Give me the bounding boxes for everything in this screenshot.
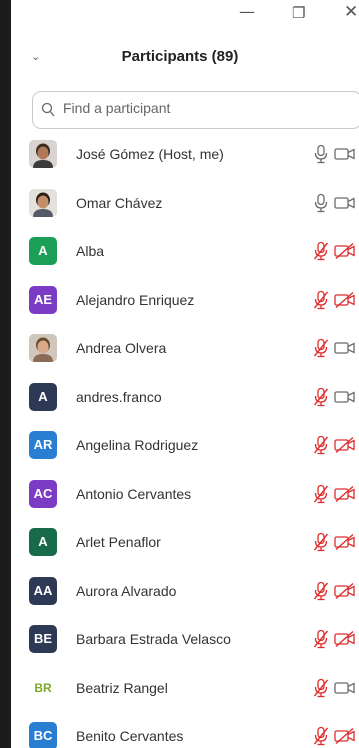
participant-name: Benito Cervantes	[76, 728, 184, 744]
video-camera-icon[interactable]	[334, 194, 358, 212]
participant-row[interactable]: Omar Chávez	[11, 181, 359, 230]
participant-name: Antonio Cervantes	[76, 485, 192, 502]
panel-title: Participants (89)	[121, 48, 239, 65]
participant-name: Beatriz Rangel	[76, 679, 168, 696]
microphone-muted-icon[interactable]	[313, 387, 329, 407]
avatar	[29, 188, 57, 217]
avatar: AE	[29, 285, 57, 314]
avatar: BR	[34, 680, 52, 695]
avatar: AA	[29, 576, 57, 605]
microphone-muted-icon[interactable]	[313, 629, 329, 649]
video-off-icon[interactable]	[334, 291, 358, 309]
minimize-button[interactable]: —	[239, 2, 255, 21]
participant-name: Angelina Rodriguez	[76, 437, 199, 453]
video-camera-icon[interactable]	[334, 145, 358, 163]
participant-row[interactable]: José Gómez (Host, me)	[11, 132, 359, 181]
participant-name: Andrea Olvera	[76, 340, 167, 356]
video-off-icon[interactable]	[334, 485, 358, 503]
participant-row[interactable]: AA Aurora Alvarado	[11, 569, 359, 618]
video-camera-icon[interactable]	[334, 388, 358, 406]
participant-list: José Gómez (Host, me) Omar Chávez A Alba AE A…	[11, 132, 359, 748]
avatar: AC	[29, 479, 57, 508]
video-off-icon[interactable]	[334, 630, 358, 648]
close-button[interactable]: ✕	[344, 2, 358, 22]
microphone-muted-icon[interactable]	[313, 726, 329, 746]
video-off-icon[interactable]	[334, 242, 358, 260]
avatar: BC	[29, 722, 57, 748]
participant-row[interactable]: BC Benito Cervantes	[11, 714, 359, 748]
microphone-muted-icon[interactable]	[313, 435, 329, 455]
video-camera-icon[interactable]	[334, 679, 358, 697]
search-input[interactable]	[63, 100, 343, 116]
avatar: AR	[29, 431, 57, 459]
video-off-icon[interactable]	[334, 436, 358, 454]
microphone-muted-icon[interactable]	[313, 581, 329, 601]
participant-name: Arlet Penaflor	[76, 534, 161, 550]
video-off-icon[interactable]	[334, 727, 358, 745]
participant-row[interactable]: Andrea Olvera	[11, 326, 359, 375]
participant-row[interactable]: AR Angelina Rodriguez	[11, 423, 359, 472]
video-off-icon[interactable]	[334, 582, 358, 600]
participant-name: Barbara Estrada Velasco	[76, 631, 231, 647]
participant-name: Aurora Alvarado	[76, 582, 177, 599]
participant-row[interactable]: A Arlet Penaflor	[11, 520, 359, 569]
avatar: A	[29, 528, 57, 556]
participant-name: Alejandro Enriquez	[76, 291, 195, 308]
microphone-muted-icon[interactable]	[313, 532, 329, 552]
maximize-button[interactable]: ❐	[292, 4, 305, 22]
avatar	[29, 140, 57, 168]
participant-row[interactable]: AC Antonio Cervantes	[11, 472, 359, 521]
microphone-muted-icon[interactable]	[313, 290, 329, 310]
video-camera-icon[interactable]	[334, 339, 358, 357]
participant-row[interactable]: A Alba	[11, 229, 359, 278]
avatar: A	[29, 382, 57, 411]
search-icon	[41, 102, 55, 117]
participant-name: José Gómez (Host, me)	[76, 146, 224, 162]
microphone-muted-icon[interactable]	[313, 484, 329, 504]
participants-window: — ❐ ✕ ⌄ Participants (89) José Gómez (Ho…	[11, 0, 359, 748]
participant-name: Alba	[76, 243, 105, 259]
microphone-icon[interactable]	[313, 193, 329, 213]
microphone-icon[interactable]	[313, 144, 329, 164]
microphone-muted-icon[interactable]	[313, 678, 329, 698]
avatar: BE	[29, 625, 57, 653]
participant-name: Omar Chávez	[76, 194, 163, 211]
video-off-icon[interactable]	[334, 533, 358, 551]
title-bar: — ❐ ✕	[11, 0, 359, 34]
avatar: A	[29, 237, 57, 265]
participant-row[interactable]: BR Beatriz Rangel	[11, 666, 359, 715]
participant-name: andres.franco	[76, 388, 162, 405]
participant-row[interactable]: Aandres.franco	[11, 375, 359, 424]
participant-row[interactable]: AE Alejandro Enriquez	[11, 278, 359, 327]
search-box[interactable]	[32, 91, 359, 129]
microphone-muted-icon[interactable]	[313, 241, 329, 261]
microphone-muted-icon[interactable]	[313, 338, 329, 358]
avatar	[29, 334, 57, 362]
panel-header: ⌄ Participants (89)	[11, 38, 359, 78]
participant-row[interactable]: BE Barbara Estrada Velasco	[11, 617, 359, 666]
